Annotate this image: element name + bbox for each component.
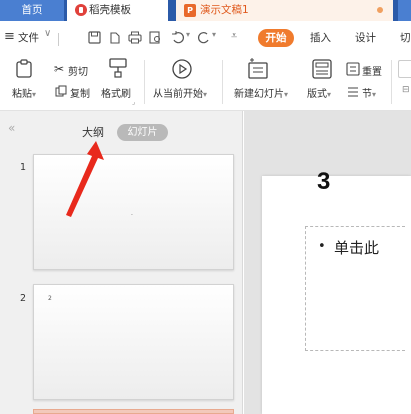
tab-slides[interactable]: 幻灯片 <box>117 124 168 141</box>
tab-home[interactable]: 首页 <box>0 0 64 21</box>
menu-file[interactable]: 文件 <box>18 30 39 45</box>
slide-navigation-pane: « 大纲 幻灯片 1 . 2 2 <box>0 111 243 414</box>
undo-dropdown-icon[interactable]: ▾ <box>186 30 190 39</box>
play-from-current-label: 从当前开始 <box>153 89 203 100</box>
print-preview-icon[interactable] <box>149 31 163 44</box>
menu-switch[interactable]: 切 <box>400 30 411 45</box>
tab-new[interactable] <box>398 0 411 21</box>
copy-icon[interactable] <box>55 85 67 97</box>
tab-document[interactable]: P 演示文稿1 <box>176 0 393 21</box>
content-placeholder-box[interactable]: • 单击此 <box>305 226 405 351</box>
font-name-box[interactable] <box>398 60 411 78</box>
tab-template-store[interactable]: 稻壳模板 <box>67 0 168 21</box>
section-dropdown-icon[interactable]: ▾ <box>372 90 376 99</box>
layout-icon[interactable] <box>312 59 332 79</box>
hamburger-menu-icon[interactable]: ≡ <box>4 29 15 44</box>
paste-dropdown-icon[interactable]: ▾ <box>32 90 36 99</box>
daoke-logo-icon <box>75 4 87 16</box>
ribbon-divider <box>222 60 223 104</box>
menu-start[interactable]: 开始 <box>258 29 294 47</box>
section-label: 节 <box>362 89 372 100</box>
clipboard-launcher-icon[interactable]: ⌟ <box>132 98 135 106</box>
reset-button[interactable]: 重置 <box>362 63 382 78</box>
menu-divider <box>58 33 59 46</box>
customize-toolbar-icon[interactable]: ⩡ <box>231 29 237 43</box>
print-icon[interactable] <box>128 31 142 44</box>
slide-title-text[interactable]: 3 <box>317 168 330 196</box>
presentation-icon: P <box>184 4 196 17</box>
ribbon-divider <box>391 60 392 104</box>
content-placeholder-text: 单击此 <box>334 239 380 257</box>
layout-label: 版式 <box>307 89 327 100</box>
slide-thumbnail-3[interactable] <box>33 409 234 414</box>
slide-number: 1 <box>20 162 27 173</box>
slide-number: 2 <box>20 293 27 304</box>
cut-button[interactable]: 剪切 <box>68 63 88 78</box>
redo-dropdown-icon[interactable]: ▾ <box>212 30 216 39</box>
paste-icon[interactable] <box>14 59 34 79</box>
thumbnail-content: 2 <box>48 295 52 302</box>
paste-label: 粘贴 <box>12 89 32 100</box>
format-painter-icon[interactable] <box>108 57 128 79</box>
bullet-icon: • <box>318 239 326 254</box>
save-icon[interactable] <box>88 31 101 44</box>
new-slide-label: 新建幻灯片 <box>234 89 284 100</box>
ribbon-toolbar: 粘贴▾ ✂ 剪切 复制 格式刷 ⌟ 从当前开始▾ 新建幻灯片▾ 版式▾ 重置 节… <box>0 54 411 111</box>
new-slide-button[interactable]: 新建幻灯片▾ <box>234 85 288 100</box>
layout-dropdown-icon[interactable]: ▾ <box>327 90 331 99</box>
undo-icon[interactable] <box>171 31 185 44</box>
menu-insert[interactable]: 插入 <box>310 30 331 45</box>
play-icon[interactable] <box>171 58 193 80</box>
menu-design[interactable]: 设计 <box>355 30 376 45</box>
section-icon[interactable] <box>346 85 360 98</box>
menu-bar: ≡ 文件 ∨ ▾ ▾ ⩡ 开始 插入 设计 切 <box>0 21 411 54</box>
slide-thumbnail-2[interactable]: 2 <box>33 284 234 400</box>
unsaved-dot-icon <box>377 7 383 13</box>
tab-document-label: 演示文稿1 <box>200 4 249 16</box>
ribbon-divider <box>144 60 145 104</box>
reset-icon[interactable] <box>346 62 360 76</box>
copy-button[interactable]: 复制 <box>70 85 90 100</box>
tab-template-label: 稻壳模板 <box>89 4 131 16</box>
layout-button[interactable]: 版式▾ <box>307 85 331 100</box>
tab-bar: 首页 稻壳模板 P 演示文稿1 <box>0 0 411 21</box>
tab-outline[interactable]: 大纲 <box>82 124 104 140</box>
scissors-icon[interactable]: ✂ <box>54 62 64 76</box>
section-button[interactable]: 节▾ <box>362 85 376 100</box>
redo-icon[interactable] <box>197 31 211 44</box>
more-tools-icon[interactable]: ⊟ <box>402 85 410 95</box>
chevron-down-icon[interactable]: ∨ <box>44 28 51 39</box>
play-dropdown-icon[interactable]: ▾ <box>203 90 207 99</box>
collapse-pane-icon[interactable]: « <box>8 121 15 135</box>
slide-thumbnail-1[interactable]: . <box>33 154 234 270</box>
output-pdf-icon[interactable] <box>108 31 121 44</box>
format-painter-button[interactable]: 格式刷 <box>101 85 131 100</box>
paste-button[interactable]: 粘贴▾ <box>12 85 36 100</box>
play-from-current-button[interactable]: 从当前开始▾ <box>153 85 207 100</box>
thumbnail-content: . <box>131 210 133 217</box>
new-slide-icon[interactable] <box>247 57 269 81</box>
slide-editor-area: 3 • 单击此 <box>244 111 411 414</box>
new-slide-dropdown-icon[interactable]: ▾ <box>284 90 288 99</box>
